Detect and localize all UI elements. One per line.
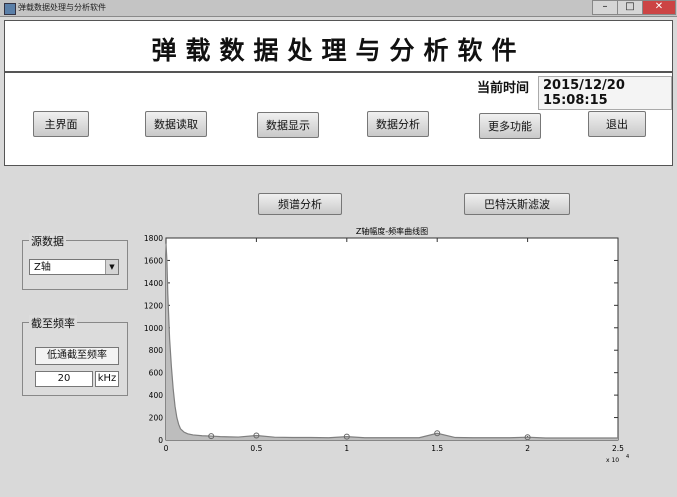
chevron-down-icon[interactable]: ▼ [105, 260, 118, 274]
x-tick-label: 1 [344, 444, 349, 453]
data-read-button[interactable]: 数据读取 [145, 111, 207, 137]
spectrum-analysis-button[interactable]: 频谱分析 [258, 193, 342, 215]
lowpass-cutoff-button[interactable]: 低通截至频率 [35, 347, 119, 365]
nav-panel: 当前时间 2015/12/20 15:08:15 主界面 数据读取 数据显示 数… [4, 72, 673, 166]
x-tick-label: 2.5 [612, 444, 624, 453]
y-tick-label: 1800 [144, 234, 163, 243]
cutoff-frequency-title: 截至频率 [29, 315, 77, 331]
current-clock: 15:08:15 [543, 93, 608, 108]
y-tick-label: 1400 [144, 279, 163, 288]
app-icon [4, 3, 16, 15]
chart-title: Z轴幅度-频率曲线图 [356, 226, 428, 236]
header-panel: 弹载数据处理与分析软件 [4, 20, 673, 72]
y-tick-label: 200 [149, 414, 164, 423]
source-data-group: 源数据 Z轴 ▼ [22, 233, 128, 290]
axis-select-value: Z轴 [34, 262, 51, 273]
close-button[interactable]: ✕ [642, 0, 676, 15]
main-menu-button[interactable]: 主界面 [33, 111, 89, 137]
current-date: 2015/12/20 [543, 78, 625, 93]
y-tick-label: 1000 [144, 324, 163, 333]
chart-svg: Z轴幅度-频率曲线图 0 200 400 600 800 1000 1200 1400 1600 1… [144, 226, 629, 464]
y-tick-label: 600 [149, 369, 164, 378]
cutoff-unit-label: kHz [95, 371, 119, 387]
x-multiplier-exponent: 4 [626, 454, 629, 460]
y-tick-label: 800 [149, 346, 164, 355]
amplitude-frequency-chart: Z轴幅度-频率曲线图 0 200 400 600 800 1000 1200 1400 1600 1… [130, 224, 646, 470]
x-tick-label: 0.5 [250, 444, 262, 453]
butterworth-filter-button[interactable]: 巴特沃斯滤波 [464, 193, 570, 215]
window-titlebar: 弹载数据处理与分析软件 – □ ✕ [0, 0, 677, 17]
exit-button[interactable]: 退出 [588, 111, 646, 137]
cutoff-frequency-group: 截至频率 低通截至频率 20 kHz [22, 315, 128, 396]
cutoff-value-input[interactable]: 20 [35, 371, 93, 387]
maximize-button[interactable]: □ [617, 0, 643, 15]
y-tick-label: 0 [158, 436, 163, 445]
current-time-value: 2015/12/20 15:08:15 [538, 76, 672, 110]
more-functions-button[interactable]: 更多功能 [479, 113, 541, 139]
source-data-title: 源数据 [29, 233, 66, 249]
data-display-button[interactable]: 数据显示 [257, 112, 319, 138]
x-tick-label: 0 [164, 444, 169, 453]
plot-area [165, 237, 619, 441]
x-tick-label: 2 [525, 444, 530, 453]
y-tick-label: 400 [149, 391, 164, 400]
axis-select[interactable]: Z轴 ▼ [29, 259, 119, 275]
current-time-label: 当前时间 [477, 81, 530, 96]
app-title: 弹载数据处理与分析软件 [151, 36, 526, 65]
window-title: 弹载数据处理与分析软件 [18, 3, 106, 12]
data-analysis-button[interactable]: 数据分析 [367, 111, 429, 137]
y-tick-label: 1200 [144, 301, 163, 310]
y-tick-label: 1600 [144, 256, 163, 265]
minimize-button[interactable]: – [592, 0, 618, 15]
x-tick-label: 1.5 [431, 444, 443, 453]
x-multiplier-label: x 10 [606, 457, 619, 464]
